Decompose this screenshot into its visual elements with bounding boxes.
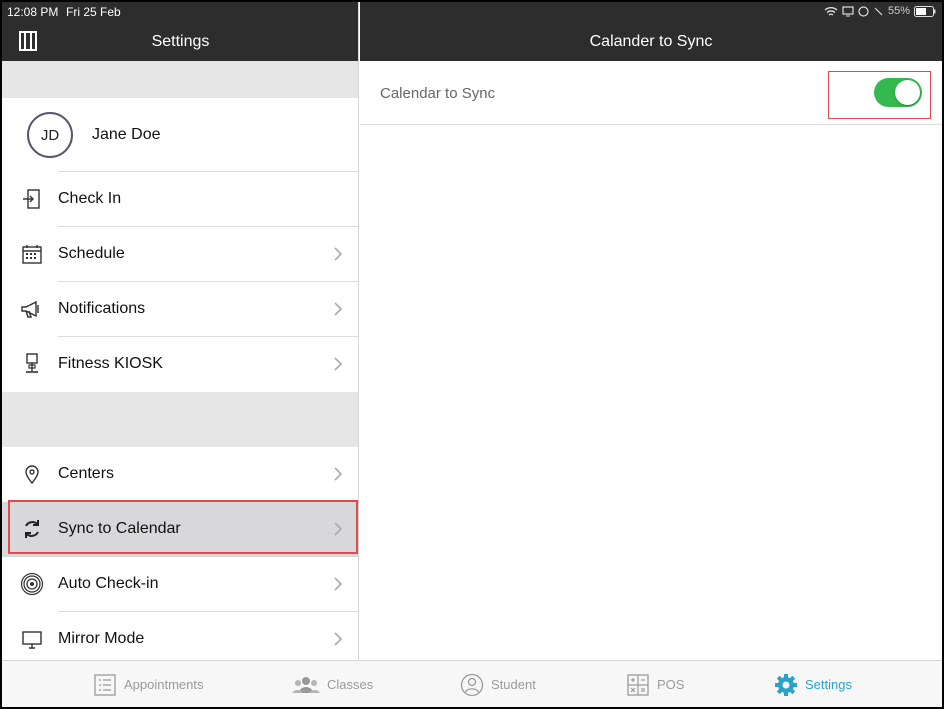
tab-label: Appointments	[124, 677, 204, 692]
tab-settings[interactable]: Settings	[774, 661, 852, 707]
sidebar-item-label: Sync to Calendar	[58, 520, 181, 537]
sidebar-item-label: Fitness KIOSK	[58, 355, 163, 372]
kiosk-icon	[26, 353, 38, 373]
tab-label: POS	[657, 677, 685, 692]
toggle-knob	[895, 80, 920, 105]
calendar-icon	[22, 245, 42, 264]
wifi-icon	[824, 6, 838, 16]
chevron-right-icon	[334, 632, 343, 646]
sync-icon	[25, 520, 39, 538]
detail-header: 55% Calander to Sync	[360, 2, 942, 61]
tab-pos[interactable]: POS	[626, 661, 684, 707]
calendar-sync-row: Calendar to Sync	[360, 61, 942, 125]
detail-panel: 55% Calander to Sync Calendar to Sync	[360, 2, 942, 660]
sidebar-item-auto-check-in[interactable]: Auto Check-in	[2, 557, 358, 612]
sidebar-item-fitness-kiosk[interactable]: Fitness KIOSK	[2, 337, 358, 392]
sidebar-item-label: Check In	[58, 190, 122, 207]
tab-label: Settings	[805, 677, 852, 692]
tab-appointments[interactable]: Appointments	[93, 661, 204, 707]
people-icon	[292, 676, 320, 693]
profile-name: Jane Doe	[92, 126, 161, 143]
battery-saver-icon	[874, 7, 883, 15]
sidebar-item-sync-to-calendar[interactable]: Sync to Calendar	[2, 502, 358, 557]
calculator-icon	[627, 673, 649, 696]
sidebar-item-schedule[interactable]: Schedule	[2, 227, 358, 282]
person-icon	[460, 673, 484, 696]
chevron-right-icon	[334, 302, 343, 316]
calendar-sync-toggle[interactable]	[874, 78, 922, 107]
sidebar-title: Settings	[151, 33, 210, 50]
tab-classes[interactable]: Classes	[292, 661, 373, 707]
settings-sidebar: 12:08 PM Fri 25 Feb Settings JD Jane Doe…	[2, 2, 359, 660]
orientation-lock-icon	[858, 5, 869, 17]
list-icon	[94, 673, 116, 696]
broadcast-icon	[20, 572, 44, 596]
detail-title: Calander to Sync	[589, 33, 713, 50]
sidebar-item-mirror-mode[interactable]: Mirror Mode	[2, 612, 358, 660]
tab-student[interactable]: Student	[460, 661, 536, 707]
tab-label: Classes	[327, 677, 374, 692]
megaphone-icon	[21, 300, 39, 318]
check-in-icon	[23, 189, 40, 209]
battery-icon	[914, 5, 936, 17]
sidebar-item-centers[interactable]: Centers	[2, 447, 358, 502]
gear-icon	[775, 673, 797, 696]
chevron-right-icon	[334, 577, 343, 591]
sidebar-item-label: Schedule	[58, 245, 125, 262]
battery-percent: 55%	[887, 5, 910, 17]
status-date: Fri 25 Feb	[66, 5, 121, 19]
avatar: JD	[27, 112, 73, 158]
chevron-right-icon	[334, 357, 343, 371]
sidebar-header: 12:08 PM Fri 25 Feb Settings	[2, 2, 358, 61]
sidebar-item-check-in[interactable]: Check In	[2, 172, 358, 227]
sidebar-item-label: Auto Check-in	[58, 575, 159, 592]
app-window: 12:08 PM Fri 25 Feb Settings JD Jane Doe…	[2, 2, 942, 707]
section-spacer	[2, 61, 358, 98]
sidebar-item-label: Notifications	[58, 300, 146, 317]
section-spacer	[2, 392, 358, 447]
profile-row[interactable]: JD Jane Doe	[2, 98, 358, 172]
status-indicators: 55%	[824, 5, 936, 17]
sidebar-item-label: Mirror Mode	[58, 630, 145, 647]
status-time: 12:08 PM	[7, 5, 59, 19]
tab-bar: Appointments Classes Student POS Setting…	[2, 660, 942, 707]
chevron-right-icon	[334, 467, 343, 481]
monitor-icon	[22, 631, 42, 649]
sidebar-item-label: Centers	[58, 465, 115, 482]
chevron-right-icon	[334, 522, 343, 536]
location-pin-icon	[25, 465, 39, 485]
tab-label: Student	[491, 677, 536, 692]
screen-mirror-icon	[842, 5, 854, 16]
sidebar-item-notifications[interactable]: Notifications	[2, 282, 358, 337]
chevron-right-icon	[334, 247, 343, 261]
calendar-sync-label: Calendar to Sync	[380, 85, 496, 102]
